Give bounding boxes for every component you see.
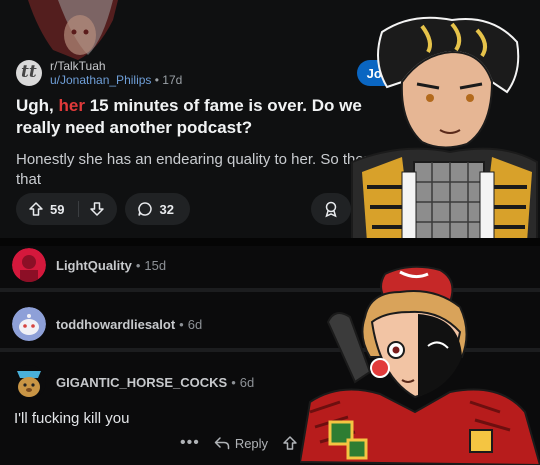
title-prefix: Ugh,	[16, 96, 59, 115]
subreddit-avatar[interactable]: tt	[16, 60, 42, 86]
comment-age: 6d	[187, 316, 203, 332]
post-title[interactable]: Ugh, her 15 minutes of fame is over. Do …	[16, 95, 386, 139]
comment-header: LightQuality • 15d	[12, 248, 166, 282]
downvote-icon[interactable]	[89, 201, 105, 217]
reply-button[interactable]: Reply	[214, 436, 268, 451]
post-divider	[0, 238, 540, 246]
character-drawing-top-right	[351, 16, 538, 242]
post-actions: 59 32	[16, 193, 190, 225]
upvote-icon[interactable]	[282, 435, 298, 451]
author-link[interactable]: u/Jonathan_Philips	[50, 73, 151, 87]
more-options-icon[interactable]: •••	[180, 434, 200, 452]
vote-separator	[78, 201, 80, 217]
comment-text: I'll fucking kill you	[14, 410, 130, 427]
byline: u/Jonathan_Philips • 17d	[50, 73, 183, 87]
comment-header: toddhowardliesalot • 6d	[12, 307, 202, 341]
avatar[interactable]	[12, 248, 46, 282]
vote-pill: 59	[16, 193, 118, 225]
post-header: tt r/TalkTuah u/Jonathan_Philips • 17d	[16, 58, 182, 88]
reply-label: Reply	[234, 435, 269, 451]
comment-header: GIGANTIC_HORSE_COCKS • 6d	[12, 365, 254, 399]
award-icon	[325, 201, 337, 218]
comment-author[interactable]: GIGANTIC_HORSE_COCKS	[56, 375, 227, 390]
post-meta: r/TalkTuah u/Jonathan_Philips • 17d	[50, 59, 182, 87]
comment-author[interactable]: LightQuality	[56, 258, 132, 273]
post-body: Honestly she has an endearing quality to…	[16, 151, 388, 188]
comment-count: 32	[159, 201, 174, 217]
reply-arrow-icon	[214, 437, 230, 450]
comments-button[interactable]: 32	[125, 193, 190, 225]
subreddit-name[interactable]: r/TalkTuah	[50, 59, 182, 73]
upvote-count: 59	[50, 201, 65, 217]
character-drawing-bottom-right	[300, 265, 540, 465]
comment-bubble-icon	[138, 202, 153, 216]
post-age: 17d	[162, 73, 183, 87]
upvote-icon[interactable]	[28, 201, 44, 217]
comment-age: 15d	[144, 257, 167, 273]
title-highlight: her	[58, 96, 85, 115]
comment-actions: ••• Reply	[180, 434, 298, 452]
avatar[interactable]	[12, 365, 46, 399]
comment-age: 6d	[239, 374, 255, 390]
comment-author[interactable]: toddhowardliesalot	[56, 317, 175, 332]
avatar[interactable]	[12, 307, 46, 341]
